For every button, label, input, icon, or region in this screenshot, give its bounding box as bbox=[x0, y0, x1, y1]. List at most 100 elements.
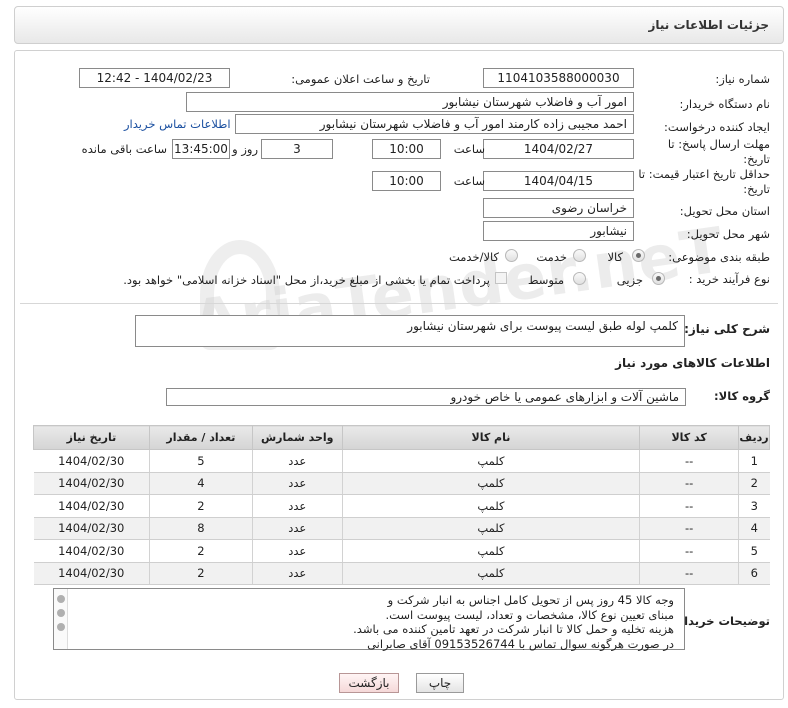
validity-time-field: 10:00 bbox=[372, 171, 441, 191]
scroll-dot-icon bbox=[57, 623, 65, 631]
buyer-org-label: نام دستگاه خریدار: bbox=[679, 97, 770, 111]
days-label: روز و bbox=[232, 142, 258, 156]
cell-code: -- bbox=[639, 472, 739, 495]
announce-label: تاریخ و ساعت اعلان عمومی: bbox=[291, 72, 430, 86]
process-option-medium: متوسط bbox=[527, 273, 564, 287]
cell-code: -- bbox=[639, 539, 739, 563]
table-row[interactable]: 6 -- کلمپ عدد 2 1404/02/30 bbox=[33, 562, 770, 585]
notes-line: در صورت هرگونه سوال تماس با 09153526744 … bbox=[367, 636, 674, 651]
process-radio-medium[interactable] bbox=[573, 272, 586, 285]
process-label: نوع فرآیند خرید : bbox=[688, 272, 770, 286]
city-field: نیشابور bbox=[483, 221, 634, 241]
goods-group-field: ماشین آلات و ابزارهای عمومی یا خاص خودرو bbox=[166, 388, 686, 406]
goods-group-label: گروه کالا: bbox=[714, 389, 770, 403]
category-option-service: خدمت bbox=[536, 250, 567, 264]
cell-date: 1404/02/30 bbox=[33, 517, 150, 540]
cell-date: 1404/02/30 bbox=[33, 449, 150, 473]
reply-date-field: 1404/02/27 bbox=[483, 139, 634, 159]
cell-quantity: 2 bbox=[148, 562, 253, 585]
cell-row-no: 3 bbox=[738, 494, 770, 518]
need-number-field: 1104103588000030 bbox=[483, 68, 634, 88]
summary-field: کلمپ لوله طبق لیست پیوست برای شهرستان نی… bbox=[135, 315, 685, 347]
scroll-dot-icon bbox=[57, 609, 65, 617]
city-label: شهر محل تحویل: bbox=[686, 227, 770, 241]
notes-label: توضیحات خریدار: bbox=[672, 614, 770, 628]
cell-name: کلمپ bbox=[341, 472, 640, 495]
cell-code: -- bbox=[639, 562, 739, 585]
days-field: 3 bbox=[261, 139, 333, 159]
col-header-unit: واحد شمارش bbox=[251, 425, 343, 450]
notes-line: وجه کالا 45 روز پس از تحویل کامل اجناس ب… bbox=[387, 593, 674, 607]
cell-unit: عدد bbox=[251, 472, 343, 495]
table-row[interactable]: 3 -- کلمپ عدد 2 1404/02/30 bbox=[33, 494, 770, 518]
process-option-partial: جزیی bbox=[616, 273, 643, 287]
reply-time-field: 10:00 bbox=[372, 139, 441, 159]
col-header-code: کد کالا bbox=[639, 425, 740, 450]
cell-name: کلمپ bbox=[341, 494, 640, 518]
cell-row-no: 2 bbox=[738, 472, 770, 495]
need-number-label: شماره نیاز: bbox=[715, 72, 770, 86]
cell-quantity: 2 bbox=[148, 494, 253, 518]
validity-time-label: ساعت bbox=[453, 174, 485, 188]
cell-date: 1404/02/30 bbox=[33, 494, 150, 518]
table-row[interactable]: 1 -- کلمپ عدد 5 1404/02/30 bbox=[33, 449, 770, 473]
cell-unit: عدد bbox=[251, 494, 343, 518]
cell-row-no: 5 bbox=[738, 539, 770, 563]
province-label: استان محل تحویل: bbox=[679, 204, 770, 218]
cell-name: کلمپ bbox=[341, 449, 640, 473]
cell-date: 1404/02/30 bbox=[33, 539, 150, 563]
back-button[interactable]: بازگشت bbox=[339, 673, 399, 693]
cell-quantity: 2 bbox=[148, 539, 253, 563]
notes-text: وجه کالا 45 روز پس از تحویل کامل اجناس ب… bbox=[74, 593, 674, 651]
category-option-goods: کالا bbox=[607, 250, 623, 264]
cell-row-no: 1 bbox=[738, 449, 770, 473]
divider bbox=[20, 303, 778, 304]
category-label: طبقه بندی موضوعی: bbox=[668, 250, 770, 264]
cell-quantity: 4 bbox=[148, 472, 253, 495]
buyer-org-field: امور آب و فاضلاب شهرستان نیشابور bbox=[186, 92, 634, 112]
validity-label: حداقل تاریخ اعتبار قیمت: تا تاریخ: bbox=[638, 167, 770, 196]
goods-section-title: اطلاعات کالاهای مورد نیاز bbox=[615, 356, 770, 370]
category-option-both: کالا/خدمت bbox=[448, 250, 499, 264]
col-header-name: نام کالا bbox=[341, 425, 641, 450]
cell-date: 1404/02/30 bbox=[33, 472, 150, 495]
cell-code: -- bbox=[639, 449, 739, 473]
cell-code: -- bbox=[639, 494, 739, 518]
col-header-quantity: تعداد / مقدار bbox=[148, 425, 253, 450]
reply-time-label: ساعت bbox=[453, 142, 485, 156]
category-radio-goods[interactable] bbox=[632, 249, 645, 262]
process-radio-partial[interactable] bbox=[652, 272, 665, 285]
table-row[interactable]: 4 -- کلمپ عدد 8 1404/02/30 bbox=[33, 517, 770, 540]
table-row[interactable]: 2 -- کلمپ عدد 4 1404/02/30 bbox=[33, 472, 770, 495]
cell-row-no: 6 bbox=[738, 562, 770, 585]
cell-unit: عدد bbox=[251, 562, 343, 585]
remaining-time-label: ساعت باقی مانده bbox=[81, 142, 167, 156]
cell-code: -- bbox=[639, 517, 739, 540]
treasury-checkbox[interactable] bbox=[495, 272, 507, 284]
cell-row-no: 4 bbox=[738, 517, 770, 540]
scroll-dot-icon bbox=[57, 595, 65, 603]
creator-field: احمد مجیبی زاده کارمند امور آب و فاضلاب … bbox=[235, 114, 634, 134]
col-header-row-no: ردیف bbox=[738, 425, 770, 450]
announce-field: 1404/02/23 - 12:42 bbox=[79, 68, 230, 88]
reply-deadline-label: مهلت ارسال پاسخ: تا تاریخ: bbox=[667, 137, 770, 166]
notes-scrollbar[interactable] bbox=[54, 589, 68, 649]
notes-textarea[interactable]: وجه کالا 45 روز پس از تحویل کامل اجناس ب… bbox=[53, 588, 685, 651]
cell-quantity: 5 bbox=[148, 449, 253, 473]
cell-name: کلمپ bbox=[341, 539, 640, 563]
contact-info-link[interactable]: اطلاعات تماس خریدار bbox=[124, 117, 231, 131]
items-table: ردیف کد کالا نام کالا واحد شمارش تعداد /… bbox=[33, 425, 770, 585]
page-title: جزئیات اطلاعات نیاز bbox=[648, 18, 769, 32]
summary-label: شرح کلی نیاز: bbox=[684, 322, 770, 336]
category-radio-service[interactable] bbox=[573, 249, 586, 262]
print-button[interactable]: چاپ bbox=[416, 673, 464, 693]
cell-quantity: 8 bbox=[148, 517, 253, 540]
cell-unit: عدد bbox=[251, 449, 343, 473]
table-row[interactable]: 5 -- کلمپ عدد 2 1404/02/30 bbox=[33, 539, 770, 563]
cell-unit: عدد bbox=[251, 539, 343, 563]
table-header-row: ردیف کد کالا نام کالا واحد شمارش تعداد /… bbox=[33, 425, 770, 450]
cell-unit: عدد bbox=[251, 517, 343, 540]
category-radio-both[interactable] bbox=[505, 249, 518, 262]
remaining-time-field: 13:45:00 bbox=[172, 139, 230, 159]
cell-date: 1404/02/30 bbox=[33, 562, 150, 585]
